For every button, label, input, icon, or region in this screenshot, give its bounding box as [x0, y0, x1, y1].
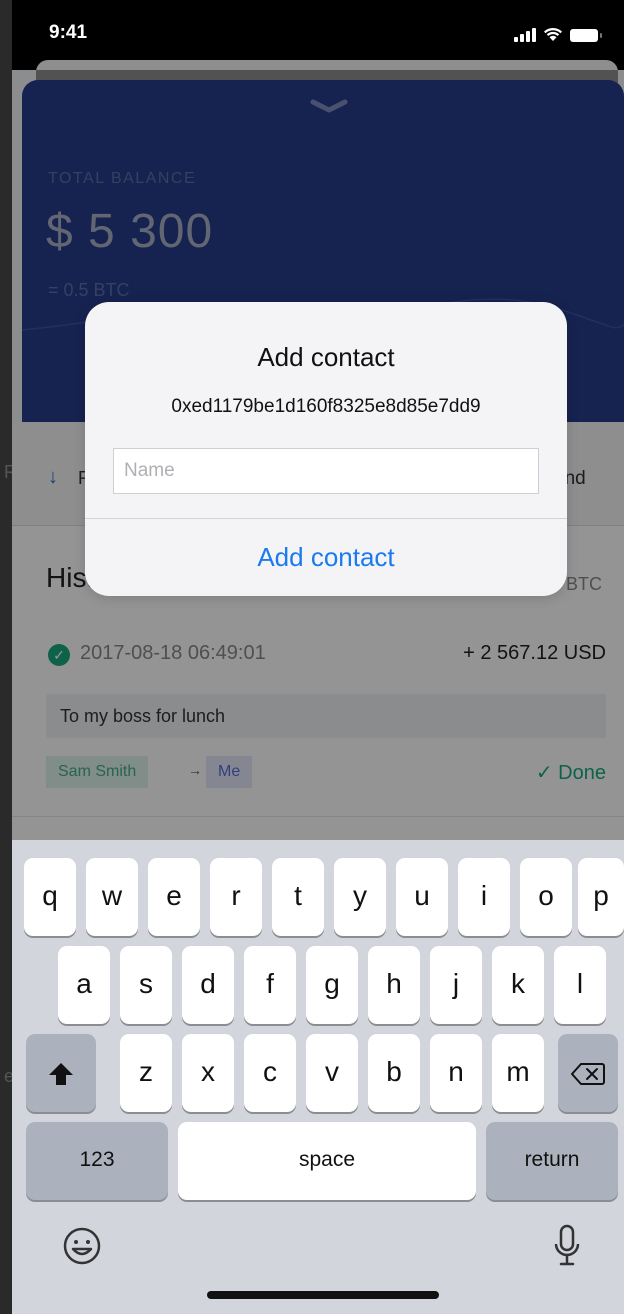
key-w[interactable]: w — [86, 858, 138, 936]
key-x[interactable]: x — [182, 1034, 234, 1112]
key-v[interactable]: v — [306, 1034, 358, 1112]
key-z[interactable]: z — [120, 1034, 172, 1112]
key-f[interactable]: f — [244, 946, 296, 1024]
battery-icon — [570, 29, 602, 42]
add-contact-dialog: Add contact 0xed1179be1d160f8325e8d85e7d… — [85, 302, 567, 596]
key-n[interactable]: n — [430, 1034, 482, 1112]
key-g[interactable]: g — [306, 946, 358, 1024]
key-d[interactable]: d — [182, 946, 234, 1024]
key-i[interactable]: i — [458, 858, 510, 936]
key-o[interactable]: o — [520, 858, 572, 936]
key-b[interactable]: b — [368, 1034, 420, 1112]
key-m[interactable]: m — [492, 1034, 544, 1112]
microphone-icon[interactable] — [554, 1224, 580, 1268]
home-indicator[interactable] — [207, 1291, 439, 1299]
key-a[interactable]: a — [58, 946, 110, 1024]
key-q[interactable]: q — [24, 858, 76, 936]
key-y[interactable]: y — [334, 858, 386, 936]
keyboard: q w e r t y u i o p a s d f g h j k l z … — [12, 840, 624, 1314]
status-time: 9:41 — [49, 22, 88, 43]
wifi-icon — [544, 27, 562, 41]
key-u[interactable]: u — [396, 858, 448, 936]
key-r[interactable]: r — [210, 858, 262, 936]
key-t[interactable]: t — [272, 858, 324, 936]
cellular-signal-icon — [514, 28, 536, 42]
key-h[interactable]: h — [368, 946, 420, 1024]
backspace-icon — [571, 1062, 605, 1085]
space-key[interactable]: space — [178, 1122, 476, 1200]
add-contact-button[interactable]: Add contact — [85, 519, 567, 596]
dialog-address: 0xed1179be1d160f8325e8d85e7dd9 — [171, 396, 481, 417]
shift-key[interactable] — [26, 1034, 96, 1112]
backspace-key[interactable] — [558, 1034, 618, 1112]
key-j[interactable]: j — [430, 946, 482, 1024]
emoji-icon[interactable] — [62, 1226, 102, 1266]
key-e[interactable]: e — [148, 858, 200, 936]
numbers-key[interactable]: 123 — [26, 1122, 168, 1200]
phone-screen: 9:41 TOTAL BALANCE $ 5 300 = 0.5 BTC ↓ R… — [12, 0, 624, 1314]
key-k[interactable]: k — [492, 946, 544, 1024]
name-input[interactable] — [113, 448, 539, 494]
key-l[interactable]: l — [554, 946, 606, 1024]
dialog-title: Add contact — [257, 342, 395, 372]
return-key[interactable]: return — [486, 1122, 618, 1200]
status-icons — [514, 26, 602, 42]
key-p[interactable]: p — [578, 858, 624, 936]
key-s[interactable]: s — [120, 946, 172, 1024]
shift-arrow-icon — [49, 1062, 73, 1085]
key-c[interactable]: c — [244, 1034, 296, 1112]
